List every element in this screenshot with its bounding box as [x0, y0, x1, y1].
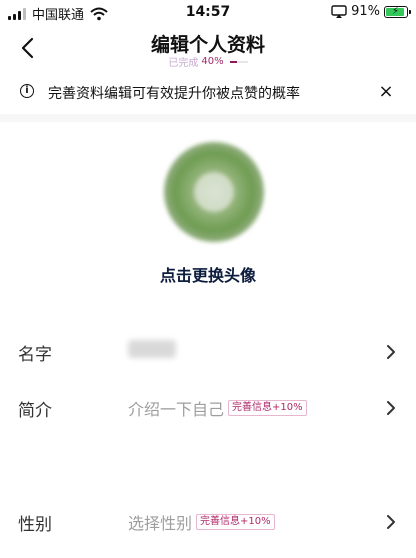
status-right: 91% ⚡	[331, 4, 411, 19]
completion-percentage: 40%	[201, 56, 224, 67]
field-label-gender: 性别	[18, 515, 52, 535]
battery-percentage: 91%	[351, 4, 380, 19]
nav-bar: 编辑个人资料 已完成 40%	[0, 26, 416, 74]
field-row-name[interactable]: 名字	[0, 330, 416, 374]
edit-profile-screen: 中国联通 14:57 91% ⚡ 编辑个人资料 已完成 40% i 完善资料编辑…	[0, 0, 416, 558]
completion-progress-bar	[229, 60, 248, 63]
info-icon: i	[20, 84, 34, 98]
chevron-right-icon	[387, 401, 395, 415]
bonus-badge: 完善信息+10%	[196, 514, 275, 530]
completion-label: 已完成	[168, 58, 199, 69]
field-value-bio: 介绍一下自己 完善信息+10%	[128, 396, 307, 420]
tip-text: 完善资料编辑可有效提升你被点赞的概率	[48, 86, 300, 102]
tip-banner: i 完善资料编辑可有效提升你被点赞的概率 ×	[0, 76, 416, 108]
gender-placeholder: 选择性别	[128, 514, 193, 533]
page-title: 编辑个人资料	[150, 34, 265, 56]
status-bar: 中国联通 14:57 91% ⚡	[0, 0, 416, 26]
change-avatar-button[interactable]: 点击更换头像	[0, 262, 416, 286]
section-divider	[0, 114, 416, 122]
field-value-name	[128, 340, 176, 358]
close-icon[interactable]: ×	[376, 80, 396, 104]
bonus-badge: 完善信息+10%	[228, 400, 307, 416]
field-value-gender: 选择性别 完善信息+10%	[128, 510, 275, 534]
avatar[interactable]	[164, 142, 264, 242]
field-row-gender[interactable]: 性别 选择性别 完善信息+10%	[0, 500, 416, 544]
chevron-right-icon	[387, 515, 395, 529]
completion-progress-fill	[229, 60, 237, 63]
charging-bolt-icon: ⚡	[392, 5, 400, 17]
battery-charging-icon: ⚡	[384, 5, 411, 18]
field-label-name: 名字	[18, 345, 52, 365]
blurred-name-value	[128, 340, 176, 358]
profile-completion: 已完成 40%	[0, 54, 416, 69]
screen-mirror-icon	[331, 4, 347, 18]
field-row-bio[interactable]: 简介 介绍一下自己 完善信息+10%	[0, 386, 416, 430]
field-label-bio: 简介	[18, 401, 52, 421]
bio-placeholder: 介绍一下自己	[128, 400, 225, 419]
chevron-right-icon	[387, 345, 395, 359]
